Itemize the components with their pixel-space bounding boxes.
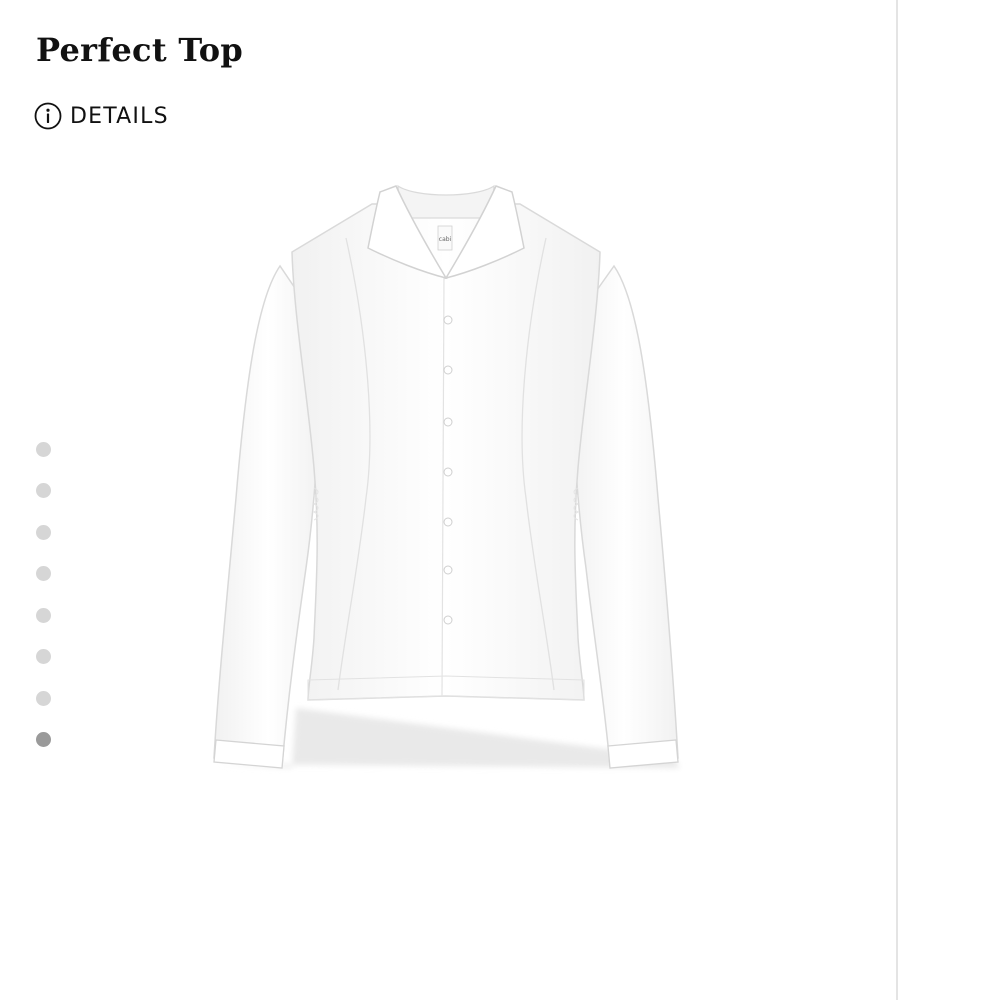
image-carousel-dots bbox=[36, 442, 52, 752]
carousel-dot-6[interactable] bbox=[36, 649, 51, 664]
details-button[interactable]: DETAILS bbox=[34, 100, 169, 132]
details-label: DETAILS bbox=[70, 103, 169, 129]
product-title: Perfect Top bbox=[36, 31, 244, 69]
carousel-dot-1[interactable] bbox=[36, 442, 51, 457]
carousel-dot-2[interactable] bbox=[36, 483, 51, 498]
carousel-dot-4[interactable] bbox=[36, 566, 51, 581]
product-image-white-shirt: cabi bbox=[213, 184, 680, 769]
carousel-dot-3[interactable] bbox=[36, 525, 51, 540]
info-icon bbox=[34, 102, 62, 130]
carousel-dot-8[interactable] bbox=[36, 732, 51, 747]
carousel-dot-5[interactable] bbox=[36, 608, 51, 623]
carousel-dot-7[interactable] bbox=[36, 691, 51, 706]
panel-divider bbox=[896, 0, 898, 1000]
shirt-label-text: cabi bbox=[439, 236, 452, 243]
